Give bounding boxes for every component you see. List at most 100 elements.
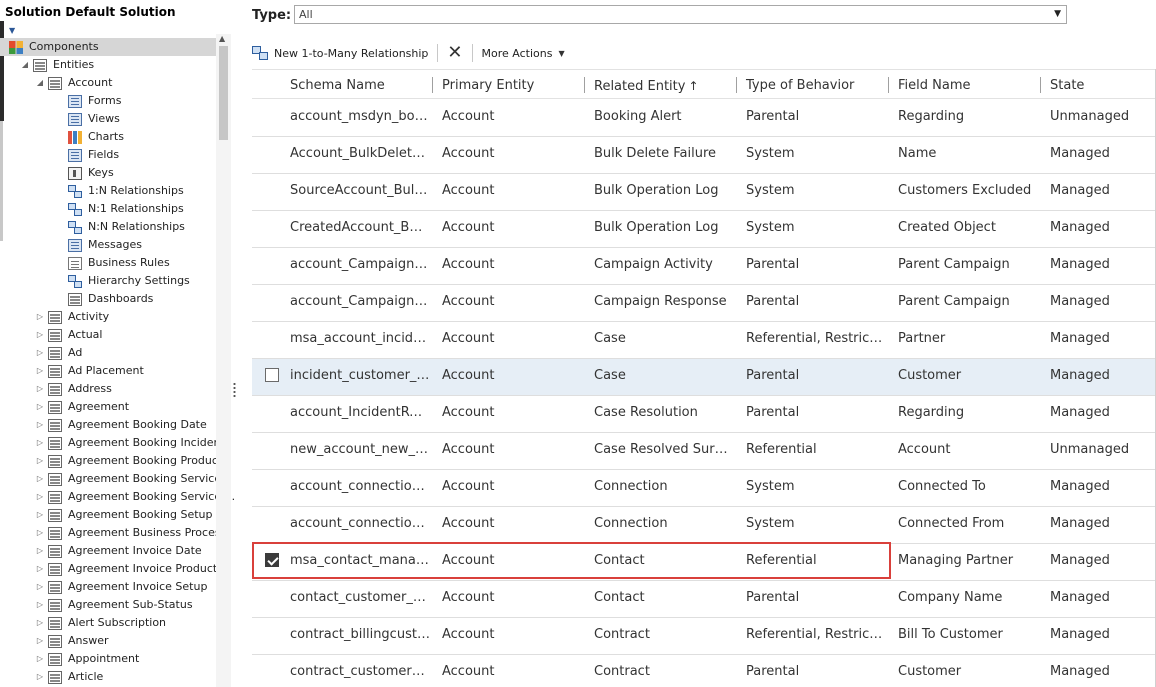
tree-item-fields[interactable]: Fields xyxy=(68,146,119,164)
column-header-state[interactable]: State xyxy=(1050,70,1084,100)
delete-button[interactable]: ✕ xyxy=(447,44,462,62)
expand-right-icon[interactable]: ▷ xyxy=(35,488,45,506)
table-row[interactable]: incident_customer_acc... Account Case Paren… xyxy=(252,359,1156,396)
expand-right-icon[interactable]: ▷ xyxy=(35,398,45,416)
pane-splitter-handle[interactable] xyxy=(233,382,236,398)
table-row[interactable]: msa_account_incident Account Case Referenti… xyxy=(252,322,1156,359)
table-row[interactable]: Account_BulkDeleteFa... Account Bulk Delet… xyxy=(252,137,1156,174)
expand-right-icon[interactable]: ▷ xyxy=(35,362,45,380)
tree-item-entity[interactable]: ▷ Agreement Invoice Product xyxy=(35,560,217,578)
tree-item-hierarchy-settings[interactable]: Hierarchy Settings xyxy=(68,272,190,290)
type-filter-select[interactable]: All ▼ xyxy=(294,5,1067,24)
column-divider[interactable] xyxy=(584,77,585,93)
expand-right-icon[interactable]: ▷ xyxy=(35,308,45,326)
column-header-primary-entity[interactable]: Primary Entity xyxy=(442,70,534,100)
tree-scrollbar-thumb[interactable] xyxy=(219,46,228,140)
tree-item-entity[interactable]: ▷ Agreement Invoice Date xyxy=(35,542,202,560)
expand-right-icon[interactable]: ▷ xyxy=(35,524,45,542)
table-row[interactable]: account_IncidentResol... Account Case Reso… xyxy=(252,396,1156,433)
tree-item-entity[interactable]: ▷ Appointment xyxy=(35,650,139,668)
table-row[interactable]: msa_contact_managin... Account Contact Refe… xyxy=(252,544,1156,581)
tree-item-entity[interactable]: ▷ Answer xyxy=(35,632,109,650)
table-row[interactable]: contact_customer_acc... Account Contact Par… xyxy=(252,581,1156,618)
expand-right-icon[interactable]: ▷ xyxy=(35,596,45,614)
tree-item-entity[interactable]: ▷ Agreement Booking Incident xyxy=(35,434,225,452)
tree-item-forms[interactable]: Forms xyxy=(68,92,121,110)
table-row[interactable]: new_account_new_cas... Account Case Resolv… xyxy=(252,433,1156,470)
expand-right-icon[interactable]: ▷ xyxy=(35,614,45,632)
tree-item-business-rules[interactable]: Business Rules xyxy=(68,254,170,272)
expand-right-icon[interactable]: ▷ xyxy=(35,470,45,488)
tree-item-messages[interactable]: Messages xyxy=(68,236,142,254)
column-divider[interactable] xyxy=(736,77,737,93)
column-header-field-name[interactable]: Field Name xyxy=(898,70,971,100)
charts-icon xyxy=(68,130,82,144)
messages-icon xyxy=(68,238,82,252)
expand-down-icon[interactable]: ◢ xyxy=(20,56,30,74)
tree-item-n-1-relationships[interactable]: N:1 Relationships xyxy=(68,200,184,218)
expand-right-icon[interactable]: ▷ xyxy=(35,560,45,578)
table-row[interactable]: contract_customer_ac... Account Contract Pa… xyxy=(252,655,1156,687)
collapse-arrow-icon[interactable]: ▼ xyxy=(9,26,15,35)
column-divider[interactable] xyxy=(1040,77,1041,93)
row-checkbox[interactable] xyxy=(265,553,279,567)
expand-right-icon[interactable]: ▷ xyxy=(35,452,45,470)
tree-item-entity[interactable]: ▷ Agreement xyxy=(35,398,129,416)
tree-item-dashboards[interactable]: Dashboards xyxy=(68,290,153,308)
tree-item-entity[interactable]: ▷ Agreement Invoice Setup xyxy=(35,578,207,596)
column-divider[interactable] xyxy=(888,77,889,93)
tree-item-keys[interactable]: Keys xyxy=(68,164,114,182)
tree-item-views[interactable]: Views xyxy=(68,110,120,128)
expand-right-icon[interactable]: ▷ xyxy=(35,578,45,596)
tree-item-entity[interactable]: ▷ Actual xyxy=(35,326,102,344)
column-header-schema-name[interactable]: Schema Name xyxy=(290,70,385,100)
table-row[interactable]: account_msdyn_booki... Account Booking Ale… xyxy=(252,100,1156,137)
column-header-type-of-behavior[interactable]: Type of Behavior xyxy=(746,70,854,100)
tree-item-entity[interactable]: ▷ Article xyxy=(35,668,103,686)
column-header-related-entity[interactable]: Related Entity ↑ xyxy=(594,70,699,100)
tree-item-entity[interactable]: ▷ Agreement Booking Service xyxy=(35,470,221,488)
expand-right-icon[interactable]: ▷ xyxy=(35,326,45,344)
tree-item-entity[interactable]: ▷ Agreement Booking Setup xyxy=(35,506,213,524)
dropdown-arrow-icon[interactable]: ▼ xyxy=(1054,6,1061,23)
cell-field-name: Connected To xyxy=(898,479,986,494)
table-row[interactable]: account_connections1 Account Connection Sys… xyxy=(252,507,1156,544)
expand-right-icon[interactable]: ▷ xyxy=(35,344,45,362)
tree-item-entity[interactable]: ▷ Alert Subscription xyxy=(35,614,166,632)
table-row[interactable]: account_connections2 Account Connection Sys… xyxy=(252,470,1156,507)
tree-item-entity[interactable]: ▷ Agreement Sub-Status xyxy=(35,596,193,614)
expand-right-icon[interactable]: ▷ xyxy=(35,434,45,452)
expand-right-icon[interactable]: ▷ xyxy=(35,416,45,434)
tree-item-entity[interactable]: ▷ Agreement Business Process xyxy=(35,524,226,542)
table-row[interactable]: contract_billingcusto... Account Contract R… xyxy=(252,618,1156,655)
expand-right-icon[interactable]: ▷ xyxy=(35,506,45,524)
more-actions-button[interactable]: More Actions ▼ xyxy=(482,47,565,60)
expand-right-icon[interactable]: ▷ xyxy=(35,632,45,650)
tree-item-entity[interactable]: ▷ Ad xyxy=(35,344,82,362)
column-divider[interactable] xyxy=(432,77,433,93)
tree-item-account[interactable]: ◢ Account xyxy=(35,74,112,92)
tree-item-entity[interactable]: ▷ Agreement Booking Service ... xyxy=(35,488,235,506)
table-row[interactable]: SourceAccount_BulkO... Account Bulk Operat… xyxy=(252,174,1156,211)
new-relationship-button[interactable]: New 1-to-Many Relationship xyxy=(252,46,428,60)
table-row[interactable]: account_CampaignRes... Account Campaign Re… xyxy=(252,285,1156,322)
row-checkbox[interactable] xyxy=(265,368,279,382)
tree-item-entity[interactable]: ▷ Address xyxy=(35,380,112,398)
tree-item-entity[interactable]: ▷ Ad Placement xyxy=(35,362,144,380)
tree-item-n-n-relationships[interactable]: N:N Relationships xyxy=(68,218,185,236)
tree-item-entity[interactable]: ▷ Agreement Booking Date xyxy=(35,416,207,434)
expand-right-icon[interactable]: ▷ xyxy=(35,668,45,686)
tree-item-entity[interactable]: ▷ Agreement Booking Product xyxy=(35,452,222,470)
expand-right-icon[interactable]: ▷ xyxy=(35,542,45,560)
expand-down-icon[interactable]: ◢ xyxy=(35,74,45,92)
table-row[interactable]: account_CampaignAct... Account Campaign Ac… xyxy=(252,248,1156,285)
tree-item-charts[interactable]: Charts xyxy=(68,128,124,146)
expand-right-icon[interactable]: ▷ xyxy=(35,650,45,668)
scroll-up-icon[interactable]: ▲ xyxy=(219,34,225,43)
expand-right-icon[interactable]: ▷ xyxy=(35,380,45,398)
tree-item-entity[interactable]: ▷ Activity xyxy=(35,308,109,326)
table-row[interactable]: CreatedAccount_Bulk... Account Bulk Operat… xyxy=(252,211,1156,248)
tree-item-1-n-relationships[interactable]: 1:N Relationships xyxy=(68,182,184,200)
tree-item-components[interactable]: Components xyxy=(0,38,216,56)
tree-item-entities[interactable]: ◢ Entities xyxy=(20,56,94,74)
